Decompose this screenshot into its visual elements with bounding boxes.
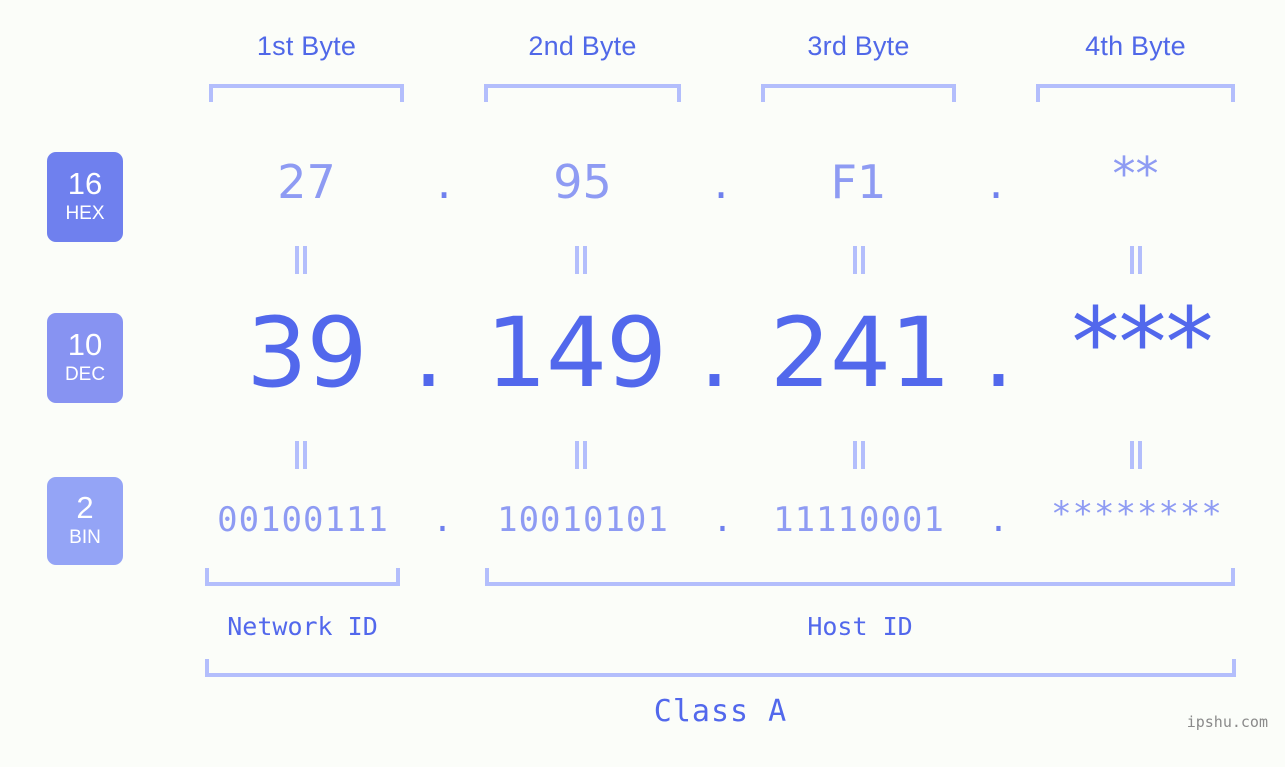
equals-separator-hex-dec-2 [574, 246, 590, 274]
equals-separator-dec-bin-1 [294, 441, 310, 469]
byte-bracket-4 [1036, 84, 1235, 102]
equals-separator-hex-dec-1 [294, 246, 310, 274]
dec-separator-3: . [983, 297, 1014, 409]
bin-separator-3: . [988, 500, 1010, 540]
dec-value-row: 39 . 149 . 241 . *** [0, 287, 1285, 417]
byte-header-4: 4th Byte [1085, 31, 1186, 61]
hex-separator-1: . [436, 155, 452, 209]
dec-octet-4-masked: *** [1071, 287, 1214, 399]
bin-octet-2: 10010101 [497, 500, 669, 540]
dec-octet-3: 241 [769, 297, 951, 409]
dec-octet-1: 39 [246, 297, 367, 409]
bin-separator-1: . [432, 500, 454, 540]
dec-separator-1: . [413, 297, 444, 409]
bin-separator-2: . [712, 500, 734, 540]
bin-octet-4-masked: ******** [1051, 494, 1223, 534]
bin-octet-1: 00100111 [217, 500, 389, 540]
hex-octet-1: 27 [277, 155, 336, 209]
equals-separator-dec-bin-2 [574, 441, 590, 469]
dec-octet-2: 149 [485, 297, 667, 409]
equals-separator-dec-bin-3 [852, 441, 868, 469]
byte-bracket-2 [484, 84, 681, 102]
equals-separator-dec-bin-4 [1129, 441, 1145, 469]
hex-value-row: 27 . 95 . F1 . ** [0, 147, 1285, 221]
equals-separator-hex-dec-3 [852, 246, 868, 274]
host-id-label: Host ID [807, 612, 913, 641]
class-label: Class A [653, 694, 788, 729]
byte-bracket-1 [209, 84, 404, 102]
network-id-label: Network ID [227, 612, 378, 641]
network-id-bracket [205, 568, 400, 586]
hex-separator-3: . [988, 155, 1004, 209]
ip-address-breakdown-diagram: 1st Byte 2nd Byte 3rd Byte 4th Byte 16 H… [0, 0, 1285, 767]
equals-separator-hex-dec-4 [1129, 246, 1145, 274]
site-watermark: ipshu.com [1186, 713, 1268, 731]
dec-separator-2: . [699, 297, 730, 409]
class-bracket [205, 659, 1236, 677]
hex-separator-2: . [713, 155, 729, 209]
byte-header-3: 3rd Byte [807, 31, 910, 61]
byte-bracket-3 [761, 84, 956, 102]
bin-octet-3: 11110001 [773, 500, 945, 540]
hex-octet-2: 95 [553, 155, 612, 209]
hex-octet-4-masked: ** [1112, 147, 1159, 201]
bin-value-row: 00100111 . 10010101 . 11110001 . *******… [0, 494, 1285, 550]
byte-header-1: 1st Byte [256, 31, 357, 61]
host-id-bracket [485, 568, 1235, 586]
byte-header-2: 2nd Byte [528, 31, 637, 61]
hex-octet-3: F1 [830, 155, 887, 209]
